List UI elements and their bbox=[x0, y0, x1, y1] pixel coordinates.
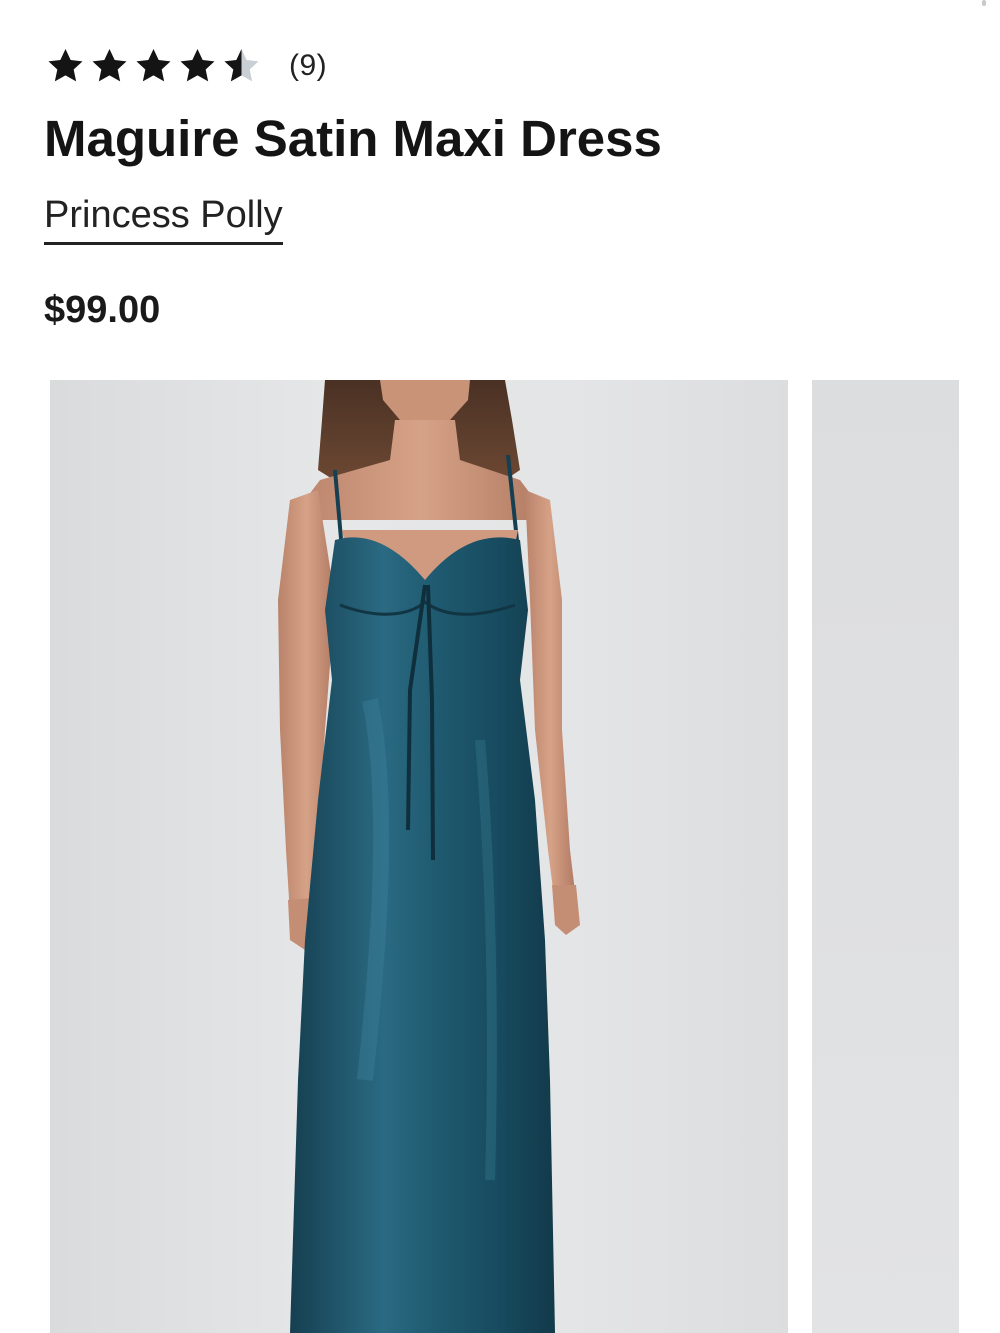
star-half-icon bbox=[224, 49, 259, 82]
product-photo-2[interactable] bbox=[812, 380, 959, 1333]
product-price: $99.00 bbox=[44, 289, 161, 331]
scrollbar[interactable] bbox=[982, 0, 986, 6]
star-filled-icon bbox=[92, 49, 127, 82]
image-carousel[interactable] bbox=[50, 380, 1000, 1333]
product-photo-1[interactable] bbox=[50, 380, 788, 1333]
star-filled-icon bbox=[48, 49, 83, 82]
brand-link[interactable]: Princess Polly bbox=[44, 190, 283, 245]
star-filled-icon bbox=[180, 49, 215, 82]
product-title: Maguire Satin Maxi Dress bbox=[44, 110, 662, 167]
rating-row[interactable]: (9) bbox=[44, 44, 327, 88]
star-filled-icon bbox=[136, 49, 171, 82]
product-page: (9) Maguire Satin Maxi Dress Princess Po… bbox=[0, 0, 1000, 1333]
review-count[interactable]: (9) bbox=[289, 49, 327, 83]
model-in-dress-image bbox=[278, 380, 580, 1333]
star-rating[interactable] bbox=[44, 46, 263, 86]
